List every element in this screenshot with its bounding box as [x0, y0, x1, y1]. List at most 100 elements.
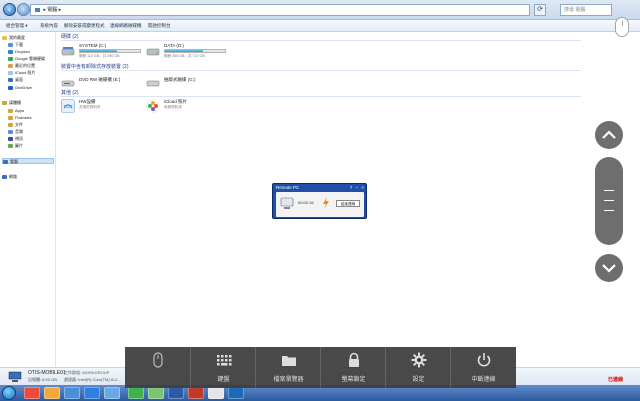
remote-pc-title: Remote PC — [276, 185, 300, 190]
system-properties-button[interactable]: 系統內容 — [40, 22, 58, 30]
sidebar-item-network[interactable]: 網路 — [2, 174, 17, 180]
mouse-mode-icon[interactable] — [615, 17, 629, 37]
chrome-taskbar-icon[interactable] — [24, 387, 40, 399]
onedrive-icon — [8, 85, 13, 90]
handle-line — [604, 190, 614, 191]
app-taskbar-icon[interactable] — [188, 387, 204, 399]
help-icon[interactable]: ? — [350, 185, 353, 190]
videos-folder-icon — [8, 136, 13, 141]
music-folder-icon — [8, 129, 13, 134]
removable-disk-tile[interactable]: 抽取式磁碟 (G:) — [146, 74, 231, 92]
organize-button[interactable]: 組合管理 ▾ — [6, 22, 28, 30]
file-browser-button[interactable]: 檔案瀏覽器 — [255, 347, 320, 388]
group-hard-drives-header[interactable]: 硬碟 (2) — [61, 33, 79, 40]
sidebar-item-recent-places[interactable]: 最近的位置 — [8, 63, 35, 69]
hw-device-sub: 共用的資料夾 — [79, 105, 101, 109]
scroll-up-button[interactable] — [595, 121, 623, 149]
word-taskbar-icon[interactable] — [168, 387, 184, 399]
details-computer-name: OTIS-MOBILE01 — [28, 370, 66, 376]
remote-computer-icon — [280, 197, 294, 210]
drive-d-usage-fill — [165, 50, 203, 52]
sidebar-item-desktop[interactable]: 桌面 — [8, 77, 23, 83]
sidebar-item-dropbox[interactable]: Dropbox — [8, 49, 30, 55]
app-taskbar-icon[interactable] — [64, 387, 80, 399]
app-taskbar-icon[interactable] — [104, 387, 120, 399]
lock-icon — [349, 352, 359, 367]
remote-pc-window[interactable]: Remote PC ? – × 00:02:16 結束連線 — [272, 183, 367, 219]
command-bar: 組合管理 ▾ 系統內容 解除安裝或變更程式 連線網路磁碟機 開啟控制台 — [0, 20, 640, 32]
recent-places-icon — [8, 63, 13, 68]
sidebar-favorites-header[interactable]: 我的最愛 — [2, 35, 25, 41]
download-folder-icon — [8, 42, 13, 47]
refresh-button[interactable]: ⟳ — [534, 4, 546, 16]
sidebar-item-icloud-photos[interactable]: iCloud 照片 — [8, 70, 35, 76]
icloud-photos-sub: 系統資料夾 — [164, 105, 182, 109]
drive-d-tile[interactable]: DATA (D:) 剩餘 265 GB，共 722 GB — [146, 43, 236, 61]
apps-folder-icon — [8, 108, 13, 113]
scroll-down-button[interactable] — [595, 254, 623, 282]
photos-flower-icon — [146, 99, 160, 113]
uninstall-program-button[interactable]: 解除安裝或變更程式 — [64, 22, 105, 30]
forward-button[interactable]: › — [17, 3, 30, 16]
remote-control-menu: 鍵盤 檔案瀏覽器 螢幕鎖定 設定 中斷連線 — [125, 347, 516, 388]
chevron-down-icon — [602, 264, 616, 273]
scroll-drag-handle[interactable] — [595, 157, 623, 245]
drive-c-name: SYSTEM (C:) — [79, 43, 107, 48]
explorer-taskbar-icon[interactable] — [44, 387, 60, 399]
handle-line — [604, 210, 614, 211]
map-network-drive-button[interactable]: 連線網路磁碟機 — [110, 22, 142, 30]
drive-c-tile[interactable]: SYSTEM (C:) 剩餘 110 GB，共 290 GB — [61, 43, 151, 61]
screen-lock-label: 螢幕鎖定 — [341, 377, 366, 383]
podcasts-folder-icon — [8, 115, 13, 120]
sidebar-item-pictures[interactable]: 圖片 — [8, 143, 23, 149]
keyboard-button[interactable]: 鍵盤 — [190, 347, 255, 388]
back-button[interactable]: ‹ — [3, 3, 16, 16]
app-taskbar-icon[interactable] — [148, 387, 164, 399]
end-connection-button[interactable]: 結束連線 — [336, 200, 360, 207]
sidebar-item-documents[interactable]: 文件 — [8, 122, 23, 128]
sidebar-item-onedrive[interactable]: OneDrive — [8, 85, 32, 91]
app-taskbar-icon[interactable] — [228, 387, 244, 399]
keyboard-label: 鍵盤 — [217, 377, 230, 383]
drive-d-free-space: 剩餘 265 GB，共 722 GB — [164, 54, 205, 58]
sidebar-item-podcasts[interactable]: Podcasts — [8, 115, 31, 121]
disconnect-label: 中斷連線 — [471, 377, 496, 383]
dvd-drive-icon — [61, 76, 75, 88]
sidebar-item-videos[interactable]: 視訊 — [8, 136, 23, 142]
search-placeholder: 搜尋 電腦 — [564, 7, 586, 13]
sidebar-libraries-header[interactable]: 媒體櫃 — [2, 100, 21, 106]
removable-disk-name: 抽取式磁碟 (G:) — [164, 77, 196, 82]
sidebar-item-computer[interactable]: 電腦 — [2, 158, 54, 164]
icloud-photos-tile[interactable]: iCloud 照片 系統資料夾 — [146, 99, 231, 117]
folder-icon — [282, 356, 296, 366]
gear-icon — [411, 352, 427, 368]
sidebar-item-apps[interactable]: Apps — [8, 108, 24, 114]
start-orb-icon[interactable] — [2, 386, 16, 400]
minimize-icon[interactable]: – — [356, 185, 359, 190]
screen-lock-button[interactable]: 螢幕鎖定 — [320, 347, 385, 388]
search-input[interactable]: 搜尋 電腦 — [560, 4, 612, 16]
app-taskbar-icon[interactable] — [208, 387, 224, 399]
sidebar-item-music[interactable]: 音樂 — [8, 129, 23, 135]
drive-c-usage-fill — [80, 50, 118, 52]
group-divider — [61, 40, 581, 41]
group-other-header[interactable]: 其他 (2) — [61, 89, 79, 96]
close-icon[interactable]: × — [361, 185, 364, 190]
dropbox-taskbar-icon[interactable] — [84, 387, 100, 399]
details-processor: 處理器: Intel(R) Core(TM) i5-2... — [64, 377, 121, 382]
mouse-mode-button[interactable] — [125, 347, 190, 388]
group-removable-header[interactable]: 裝置中含有卸除式存放裝置 (2) — [61, 63, 129, 70]
dropbox-icon — [8, 49, 13, 54]
power-icon — [477, 353, 491, 367]
address-input[interactable]: ▸ 電腦 ▸ — [30, 4, 530, 16]
open-control-panel-button[interactable]: 開啟控制台 — [148, 22, 171, 30]
hw-device-tile[interactable]: HW設備 共用的資料夾 — [61, 99, 146, 117]
disconnect-button[interactable]: 中斷連線 — [450, 347, 515, 388]
computer-icon — [3, 159, 8, 164]
hard-drive-icon — [146, 45, 160, 57]
line-taskbar-icon[interactable] — [128, 387, 144, 399]
documents-folder-icon — [8, 122, 13, 127]
sidebar-item-google-drive[interactable]: Google 雲端硬碟 — [8, 56, 45, 62]
settings-button[interactable]: 設定 — [385, 347, 450, 388]
sidebar-item-downloads[interactable]: 下載 — [8, 42, 23, 48]
